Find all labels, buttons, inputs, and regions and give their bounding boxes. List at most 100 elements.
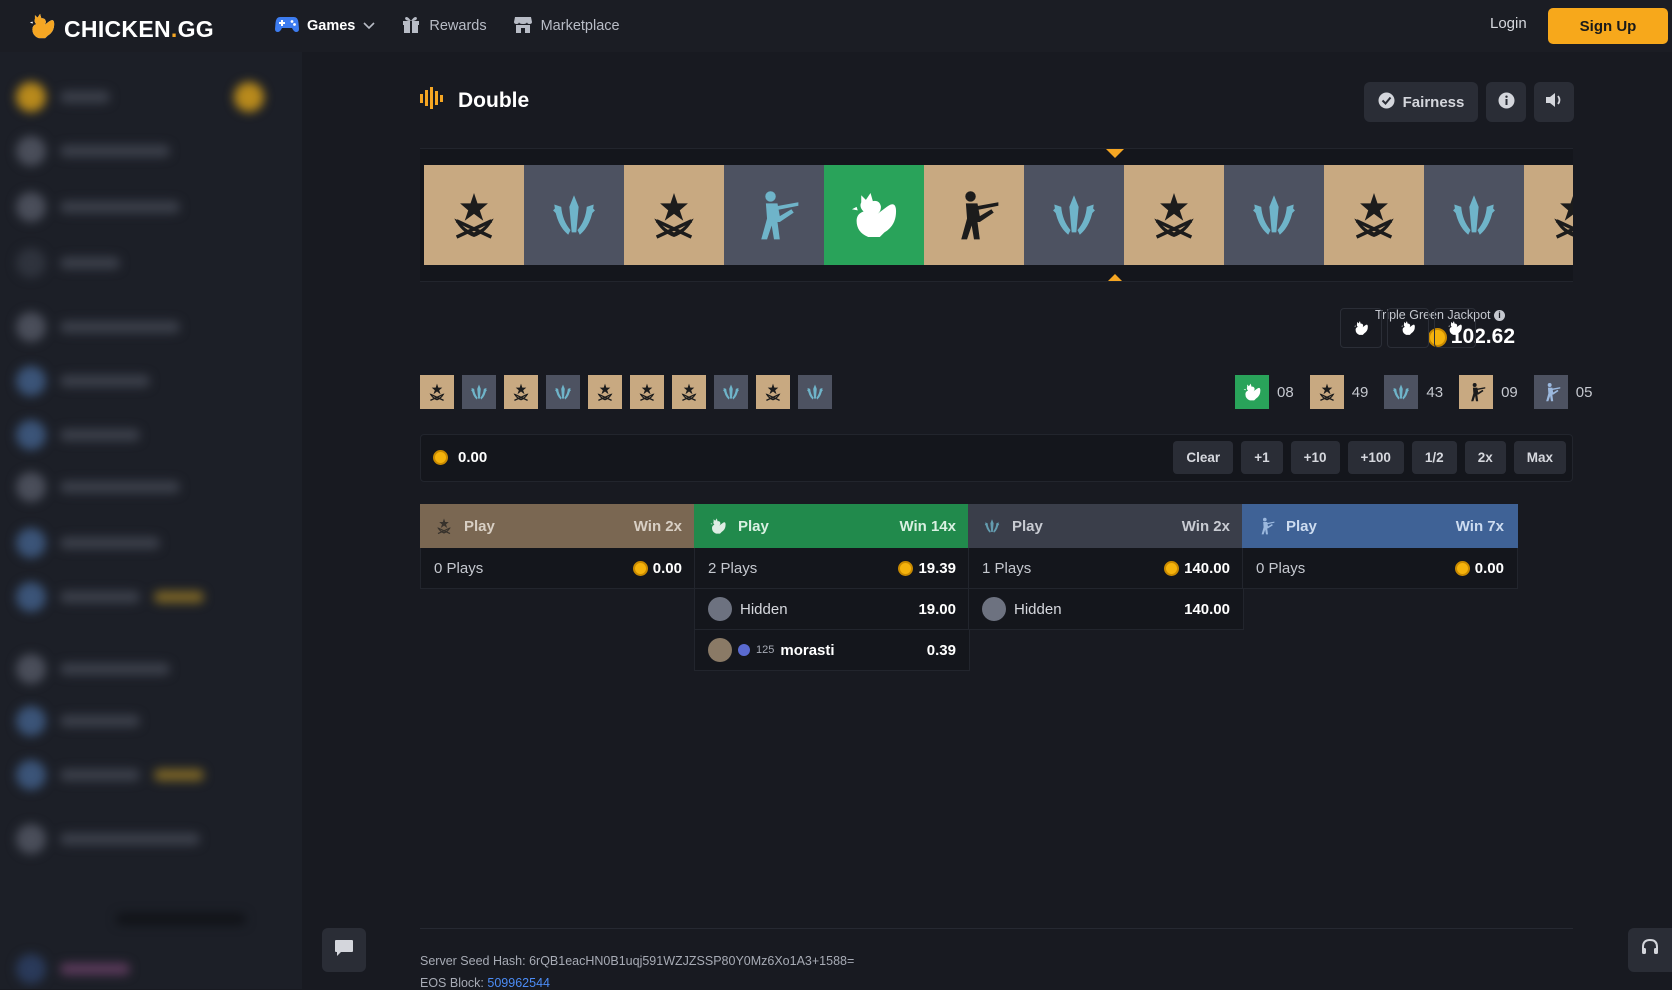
bet-plus-1-button[interactable]: +1	[1241, 441, 1283, 474]
nav-rewards-label: Rewards	[429, 18, 487, 34]
bet-plus-10-button[interactable]: +10	[1290, 441, 1340, 474]
nav-marketplace-label: Marketplace	[540, 18, 620, 34]
bet-amount-value: 0.00	[458, 449, 488, 466]
t-icon	[434, 516, 454, 536]
t-agent-icon	[945, 186, 1003, 244]
jackpot-slot-2	[1387, 308, 1429, 348]
t-icon	[762, 381, 784, 403]
eos-block-link[interactable]: 509962544	[487, 976, 550, 990]
bet-input-bar: 0.00 Clear +1 +10 +100 1/2 2x Max	[420, 434, 1573, 482]
play-chicken-button[interactable]: Play Win 14x	[694, 504, 970, 548]
fairness-button[interactable]: Fairness	[1364, 82, 1478, 122]
signup-button[interactable]: Sign Up	[1548, 8, 1668, 44]
stat-t-agent-count: 09	[1501, 383, 1518, 401]
info-button[interactable]	[1486, 82, 1526, 122]
t-icon	[445, 186, 503, 244]
bet-double-button[interactable]: 2x	[1464, 441, 1506, 474]
chat-button[interactable]	[322, 928, 366, 972]
jackpot-slot-3	[1434, 308, 1476, 348]
bet-column-t: Play Win 2x 0 Plays 0.00	[420, 504, 696, 589]
stat-chicken-icon	[1235, 375, 1269, 409]
stat-ct-count: 43	[1426, 383, 1444, 401]
t-icon	[1145, 186, 1203, 244]
roller-strip	[424, 165, 1573, 265]
sidebar-row	[16, 902, 286, 936]
bet-half-button[interactable]: 1/2	[1411, 441, 1457, 474]
column-summary: 0 Plays 0.00	[420, 548, 696, 589]
support-button[interactable]	[1628, 928, 1672, 972]
history-item	[420, 375, 454, 409]
ct-icon	[1390, 381, 1412, 403]
info-small-icon[interactable]: i	[1494, 310, 1505, 321]
gamepad-icon	[275, 15, 299, 37]
nav-games[interactable]: Games	[275, 15, 375, 37]
history-item	[546, 375, 580, 409]
sidebar-row	[16, 758, 286, 792]
sidebar-row	[16, 246, 286, 280]
play-t-button[interactable]: Play Win 2x	[420, 504, 696, 548]
login-link[interactable]: Login	[1490, 15, 1527, 32]
chicken-icon	[1446, 319, 1464, 337]
ct-icon	[552, 381, 574, 403]
stat-t-count: 49	[1351, 383, 1369, 401]
roller-tile	[1324, 165, 1424, 265]
sound-button[interactable]	[1534, 82, 1574, 122]
sidebar-row	[16, 310, 286, 344]
bet-entry-row: 125 morasti 0.39	[694, 630, 970, 671]
bet-max-button[interactable]: Max	[1513, 441, 1566, 474]
chicken-icon	[708, 516, 728, 536]
chicken-icon	[1399, 319, 1417, 337]
t-icon	[1545, 186, 1573, 244]
speaker-icon	[1545, 92, 1563, 112]
roller-tile	[724, 165, 824, 265]
jackpot-slot-1	[1340, 308, 1382, 348]
logo[interactable]: CHICKEN.GG	[26, 8, 214, 50]
nav-rewards[interactable]: Rewards	[401, 14, 487, 38]
history-item	[798, 375, 832, 409]
logo-dot: .	[170, 15, 178, 42]
sidebar-row	[16, 470, 286, 504]
roller-tile	[524, 165, 624, 265]
eos-block: EOS Block: 509962544	[420, 976, 550, 990]
stat-ct-agent-icon	[1533, 375, 1568, 409]
roller-tile	[424, 165, 524, 265]
t-icon	[594, 381, 616, 403]
t-icon	[678, 381, 700, 403]
roll-stats: 08 49 43 09 05	[1235, 375, 1600, 409]
t-icon	[510, 381, 532, 403]
sidebar-row	[16, 704, 286, 738]
gift-icon	[401, 14, 421, 38]
t-icon	[1316, 381, 1338, 403]
check-circle-icon	[1378, 92, 1395, 113]
roller-tile	[1524, 165, 1573, 265]
bet-entry-row: Hidden 19.00	[694, 589, 970, 630]
fairness-label: Fairness	[1402, 93, 1465, 111]
sidebar-row	[16, 652, 286, 686]
nav-marketplace[interactable]: Marketplace	[513, 14, 620, 38]
chat-bubble-icon	[334, 939, 354, 962]
bet-clear-button[interactable]: Clear	[1173, 441, 1234, 474]
main-nav: Games Rewards Marketplace	[275, 0, 620, 52]
play-ct-button[interactable]: Play Win 2x	[968, 504, 1244, 548]
footer-divider	[420, 928, 1573, 929]
roulette-roller	[420, 148, 1573, 282]
t-icon	[1345, 186, 1403, 244]
bet-plus-100-button[interactable]: +100	[1347, 441, 1404, 474]
coin-icon	[1454, 560, 1470, 576]
top-navigation-bar: CHICKEN.GG Games Rewards Marketplace Log…	[0, 0, 1672, 52]
play-agent-button[interactable]: Play Win 7x	[1242, 504, 1518, 548]
stat-ct-icon	[1384, 375, 1419, 409]
ct-icon	[545, 186, 603, 244]
ct-icon	[720, 381, 742, 403]
page-title: Double	[420, 87, 529, 115]
page-title-text: Double	[458, 89, 530, 112]
bet-column-ct: Play Win 2x 1 Plays 140.00 Hidden 140.00	[968, 504, 1244, 630]
ct-icon	[804, 381, 826, 403]
t-agent-icon	[1465, 381, 1487, 403]
column-summary: 2 Plays 19.39	[694, 548, 970, 589]
stat-t-icon	[1309, 375, 1344, 409]
ct-icon	[1045, 186, 1103, 244]
level-badge-icon	[738, 644, 750, 656]
coin-icon	[1164, 560, 1180, 576]
bet-amount-field[interactable]: 0.00	[433, 449, 487, 466]
